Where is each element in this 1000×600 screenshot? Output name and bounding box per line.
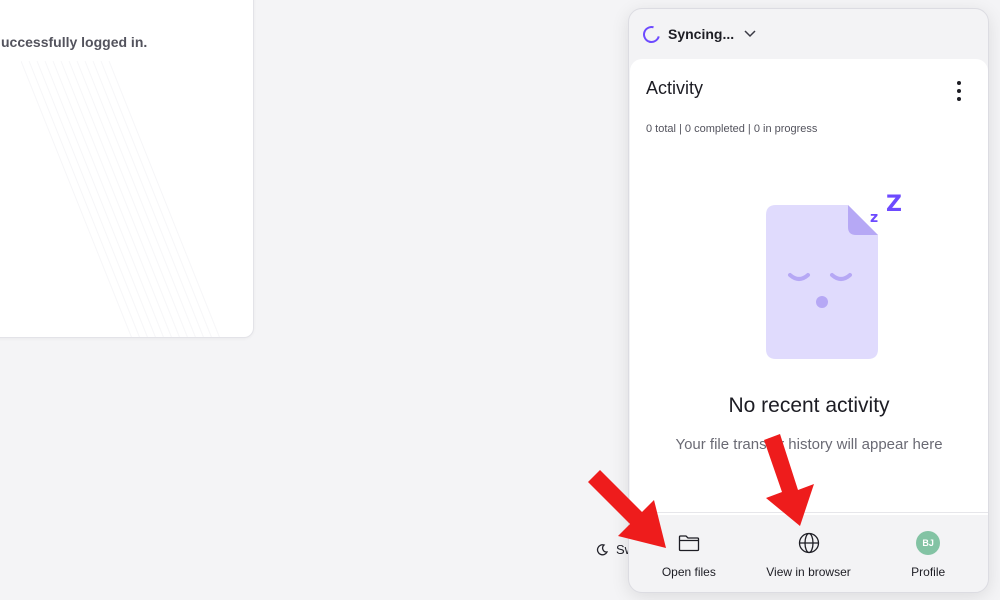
login-success-message: uccessfully logged in. <box>1 34 148 50</box>
avatar: BJ <box>916 531 941 555</box>
background-card: uccessfully logged in. <box>0 0 254 338</box>
svg-text:Z: Z <box>886 192 902 217</box>
more-options-icon[interactable] <box>950 81 968 101</box>
sync-status-label: Syncing... <box>668 26 735 42</box>
open-files-label: Open files <box>661 565 716 579</box>
globe-icon <box>797 531 821 555</box>
sleeping-file-icon: z Z <box>766 192 902 359</box>
view-in-browser-label: View in browser <box>766 565 851 579</box>
chevron-down-icon <box>744 30 756 38</box>
annotation-arrow-view-in-browser <box>764 434 814 526</box>
folder-icon <box>677 531 701 555</box>
svg-text:z: z <box>870 210 878 226</box>
annotation-arrow-open-files <box>588 470 666 548</box>
profile-button[interactable]: BJ Profile <box>868 513 988 592</box>
syncing-spinner-icon <box>639 22 664 46</box>
activity-counts: 0 total | 0 completed | 0 in progress <box>646 123 818 135</box>
sync-status-dropdown[interactable]: Syncing... <box>629 9 988 59</box>
activity-title: Activity <box>646 78 704 98</box>
profile-label: Profile <box>911 565 946 579</box>
decorative-stripes <box>21 61 220 337</box>
empty-state-title: No recent activity <box>728 394 890 417</box>
